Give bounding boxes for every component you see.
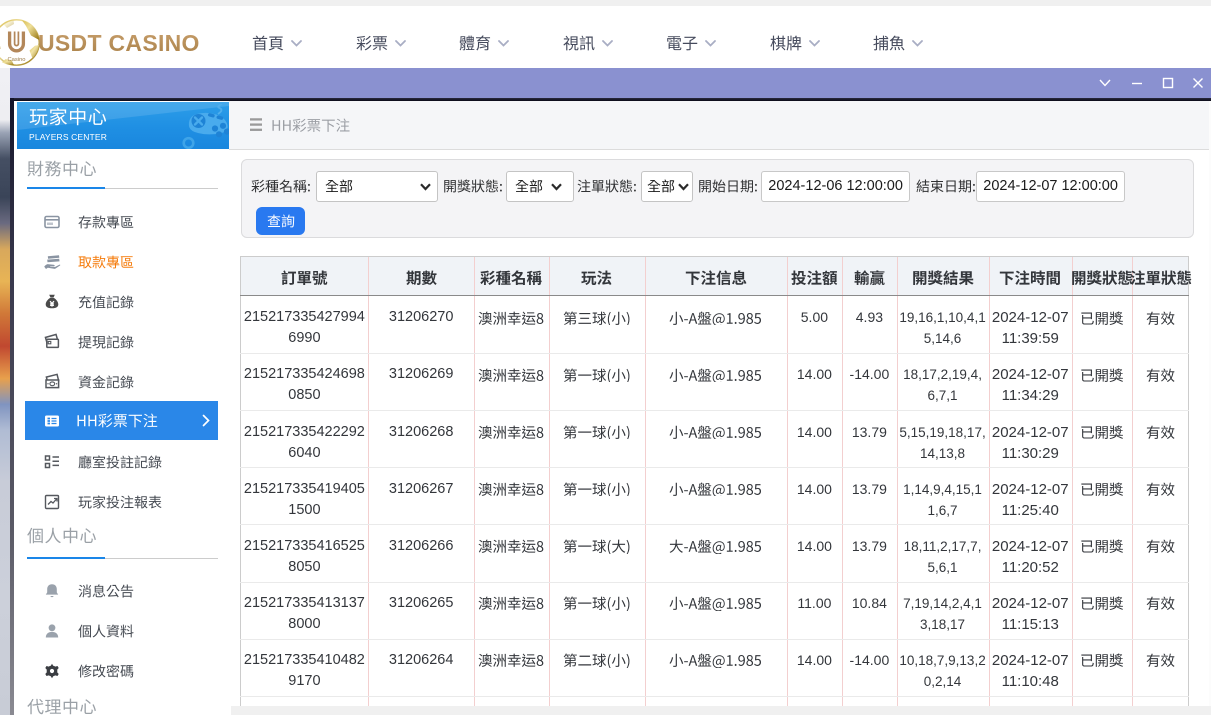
svg-text:Casino: Casino <box>7 57 25 63</box>
